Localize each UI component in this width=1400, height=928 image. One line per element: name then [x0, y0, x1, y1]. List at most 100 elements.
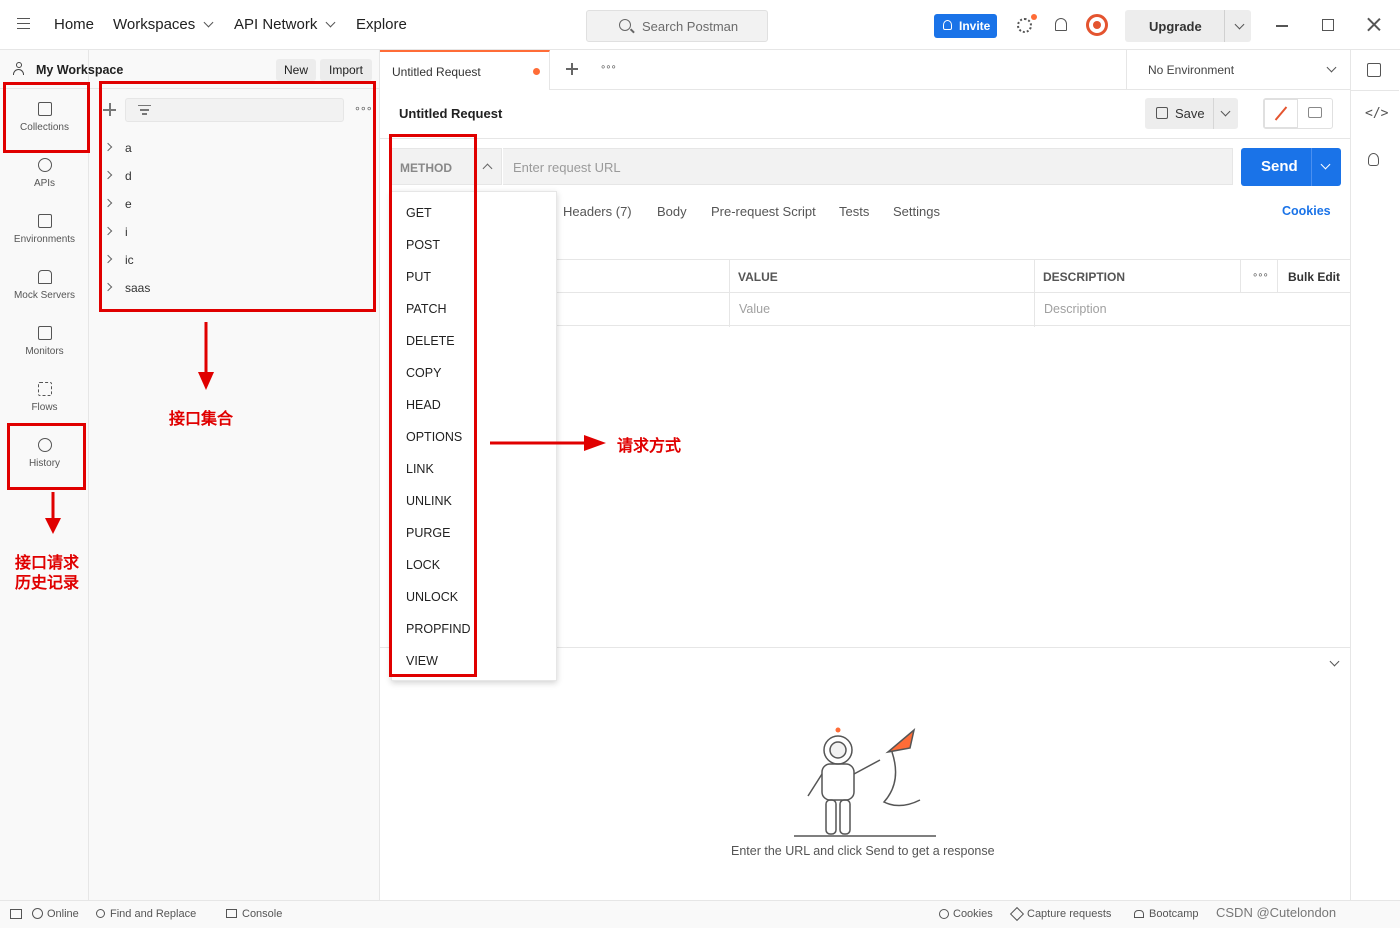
tab-tests[interactable]: Tests [839, 204, 869, 219]
upgrade-label: Upgrade [1149, 19, 1202, 34]
bulk-edit-button[interactable]: Bulk Edit [1288, 270, 1340, 284]
capture-requests-button[interactable]: Capture requests [1009, 906, 1111, 922]
code-icon[interactable]: </> [1365, 106, 1388, 121]
annotation-label-history-line1: 接口请求 [15, 553, 80, 572]
nav-workspaces[interactable]: Workspaces [113, 16, 214, 33]
upgrade-button[interactable]: Upgrade [1125, 10, 1251, 42]
search-input[interactable]: Search Postman [586, 10, 768, 42]
unsaved-dot [533, 68, 540, 75]
edit-icon[interactable] [1264, 99, 1298, 128]
right-rail: </> [1350, 50, 1399, 900]
tab-label: Untitled Request [392, 65, 481, 79]
column-divider [1277, 260, 1278, 293]
watermark: CSDN @Cutelondon [1216, 905, 1337, 920]
invite-button[interactable]: Invite [934, 14, 997, 38]
rail-item-apis[interactable]: APIs [0, 158, 89, 189]
tab-pre-request-script[interactable]: Pre-request Script [711, 204, 816, 219]
save-divider [1213, 98, 1214, 129]
console-label: Console [242, 908, 283, 920]
tab-body[interactable]: Body [657, 204, 687, 219]
notification-dot [1031, 14, 1037, 20]
chevron-down-icon [1320, 159, 1331, 170]
chevron-down-icon[interactable] [1234, 19, 1245, 30]
rail-item-monitors[interactable]: Monitors [0, 326, 89, 357]
satellite-icon [1009, 906, 1025, 922]
tab-headers-label: Headers (7) [563, 204, 632, 219]
console-icon [226, 909, 237, 918]
annotation-box-collection-list [99, 81, 376, 312]
comment-icon[interactable] [1308, 107, 1322, 118]
rail-item-mock-servers[interactable]: Mock Servers [0, 270, 89, 301]
nav-api-network-label: API Network [234, 16, 318, 33]
cookies-button[interactable]: Cookies [939, 908, 993, 920]
annotation-arrow-down-history [45, 492, 61, 534]
bootcamp-button[interactable]: Bootcamp [1134, 908, 1199, 920]
rail-label: Environments [13, 234, 76, 245]
online-status[interactable]: Online [32, 908, 79, 920]
online-label: Online [47, 908, 79, 920]
column-header-description: DESCRIPTION [1043, 270, 1126, 284]
annotation-label-history-line2: 历史记录 [15, 573, 80, 592]
new-button[interactable]: New [276, 59, 316, 81]
environment-select[interactable]: No Environment [1126, 50, 1350, 90]
annotation-arrow-right-methods [490, 435, 606, 451]
sidebar-toggle-icon[interactable] [10, 909, 22, 919]
rail-label: Flows [31, 402, 58, 413]
find-replace-button[interactable]: Find and Replace [96, 908, 196, 920]
cookies-link[interactable]: Cookies [1282, 204, 1331, 218]
request-title[interactable]: Untitled Request [399, 106, 502, 121]
annotation-box-collections [3, 82, 90, 153]
chevron-down-icon [203, 17, 214, 28]
upgrade-divider [1224, 10, 1225, 42]
environment-quick-look-icon[interactable] [1367, 63, 1381, 77]
rail-label: Mock Servers [13, 290, 76, 301]
send-button[interactable]: Send [1241, 148, 1341, 186]
flows-icon [37, 382, 52, 396]
maximize-icon[interactable] [1322, 19, 1334, 31]
nav-workspaces-label: Workspaces [113, 16, 196, 33]
annotation-label-methods: 请求方式 [617, 436, 682, 455]
save-label: Save [1175, 106, 1205, 121]
column-divider [1240, 260, 1241, 293]
rail-divider [1351, 90, 1399, 91]
close-icon[interactable] [1367, 17, 1381, 32]
search-placeholder: Search Postman [642, 19, 739, 34]
add-user-icon [943, 20, 952, 30]
url-input[interactable]: Enter request URL [503, 148, 1233, 185]
menu-icon[interactable] [17, 18, 30, 29]
nav-explore[interactable]: Explore [356, 16, 407, 33]
save-button[interactable]: Save [1145, 98, 1238, 129]
rail-label: APIs [33, 178, 56, 189]
chevron-down-icon[interactable] [1329, 656, 1340, 667]
tab-settings[interactable]: Settings [893, 204, 940, 219]
tab-headers[interactable]: Headers (7) [563, 204, 632, 219]
value-placeholder[interactable]: Value [739, 302, 770, 316]
status-bar: Online Find and Replace Console Cookies … [0, 900, 1400, 928]
nav-home[interactable]: Home [54, 16, 94, 33]
import-button[interactable]: Import [320, 59, 372, 81]
rail-item-flows[interactable]: Flows [0, 382, 89, 413]
console-button[interactable]: Console [226, 908, 282, 920]
top-bar: Home Workspaces API Network Explore Sear… [0, 0, 1400, 50]
lightbulb-icon[interactable] [1368, 153, 1379, 166]
bell-icon[interactable] [1055, 18, 1067, 31]
check-circle-icon [32, 908, 43, 919]
rail-item-environments[interactable]: Environments [0, 214, 89, 245]
tab-untitled-request[interactable]: Untitled Request [380, 50, 550, 90]
invite-label: Invite [959, 19, 991, 33]
avatar[interactable] [1086, 14, 1108, 36]
response-hint: Enter the URL and click Send to get a re… [731, 844, 995, 858]
annotation-label-collections: 接口集合 [169, 409, 234, 428]
rail-label: Monitors [25, 346, 64, 357]
workspace-name[interactable]: My Workspace [36, 63, 123, 77]
cookie-icon [939, 909, 949, 919]
environment-label: No Environment [1148, 63, 1235, 77]
minimize-icon[interactable] [1276, 25, 1288, 27]
column-options-icon[interactable]: ∘∘∘ [1252, 270, 1269, 281]
bootcamp-icon [1134, 910, 1144, 918]
description-placeholder[interactable]: Description [1044, 302, 1107, 316]
tab-more-icon[interactable]: ∘∘∘ [600, 62, 617, 73]
new-tab-icon[interactable] [566, 63, 578, 75]
nav-api-network[interactable]: API Network [234, 16, 336, 33]
settings-icon[interactable] [1017, 18, 1032, 33]
